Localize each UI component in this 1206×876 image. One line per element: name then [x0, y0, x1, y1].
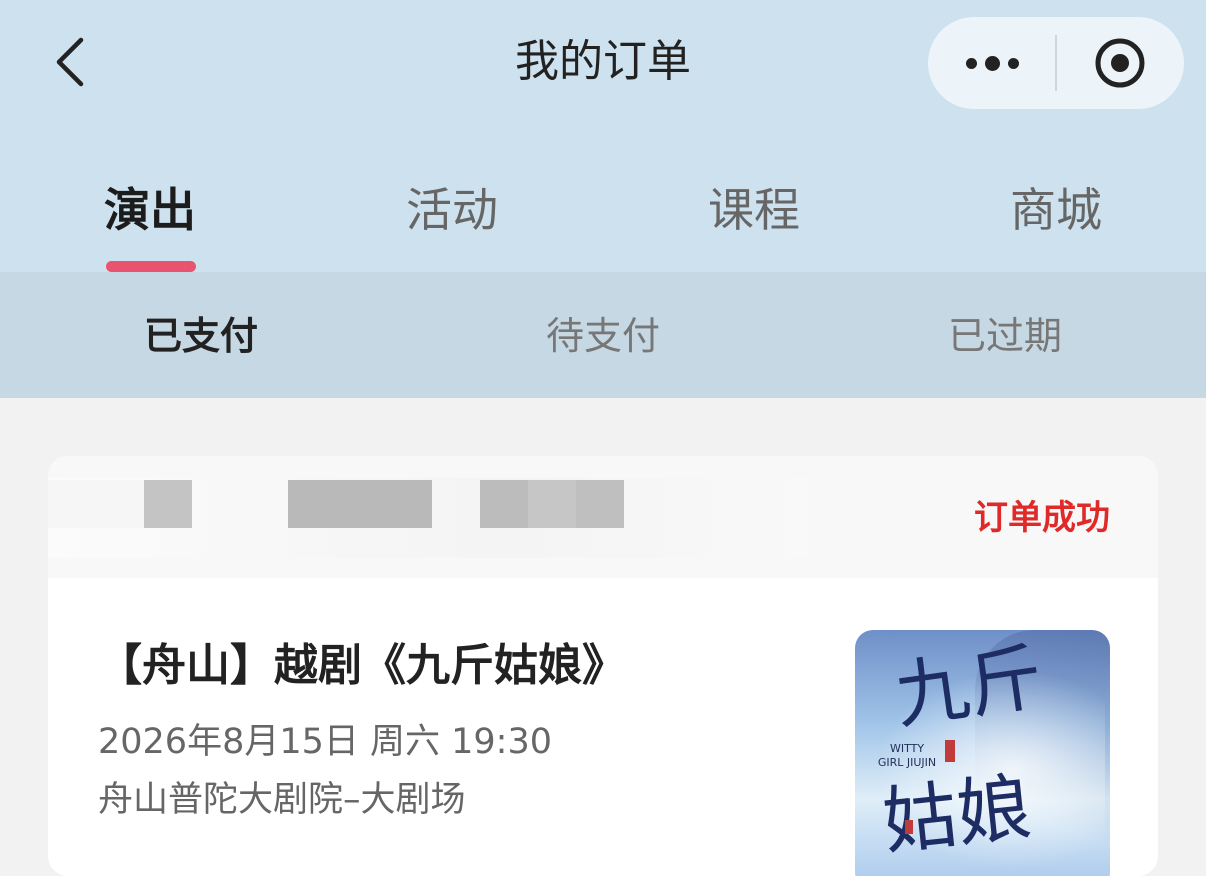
tab-performance[interactable]: 演出 — [104, 180, 196, 240]
poster-calligraphy-top: 九斤 — [889, 634, 1049, 740]
subtab-expired[interactable]: 已过期 — [948, 312, 1062, 360]
tab-mall[interactable]: 商城 — [1010, 180, 1102, 240]
tab-course[interactable]: 课程 — [708, 180, 800, 240]
target-circle-icon — [1095, 38, 1145, 88]
poster-calligraphy-bottom: 姑娘 — [878, 764, 1036, 866]
show-title: 【舟山】越剧《九斤姑娘》 — [98, 640, 626, 691]
close-mini-program-button[interactable] — [1056, 17, 1184, 109]
more-dots-icon — [1007, 57, 1019, 69]
subtab-paid[interactable]: 已支付 — [144, 312, 258, 360]
show-datetime: 2026年8月15日 周六 19:30 — [98, 722, 552, 762]
poster-seal-small — [905, 820, 913, 834]
tab-activity[interactable]: 活动 — [406, 180, 498, 240]
show-venue: 舟山普陀大剧院–大剧场 — [98, 780, 466, 820]
more-dots-icon — [984, 55, 1000, 71]
order-card[interactable]: 订单成功 【舟山】越剧《九斤姑娘》 2026年8月15日 周六 19:30 舟山… — [48, 456, 1158, 876]
subtab-unpaid[interactable]: 待支付 — [546, 312, 660, 360]
redacted-order-number — [48, 478, 808, 558]
active-tab-indicator — [106, 261, 196, 272]
more-button[interactable] — [928, 17, 1056, 109]
header-bar: 我的订单 演出 活动 课程 商城 — [0, 0, 1206, 272]
order-status-badge: 订单成功 — [974, 498, 1110, 538]
poster-seal — [945, 740, 955, 762]
show-poster-image: 九斤 姑娘 WITTY GIRL JIUJIN — [855, 630, 1110, 876]
more-dots-icon — [965, 57, 977, 69]
chevron-left-icon — [56, 37, 84, 87]
order-card-header: 订单成功 — [48, 456, 1158, 578]
back-button[interactable] — [40, 30, 100, 94]
category-tabs: 演出 活动 课程 商城 — [0, 160, 1206, 272]
poster-english-title: WITTY GIRL JIUJIN — [877, 742, 937, 769]
order-status-tabs: 已支付 待支付 已过期 — [0, 272, 1206, 398]
mini-program-capsule — [928, 17, 1184, 109]
